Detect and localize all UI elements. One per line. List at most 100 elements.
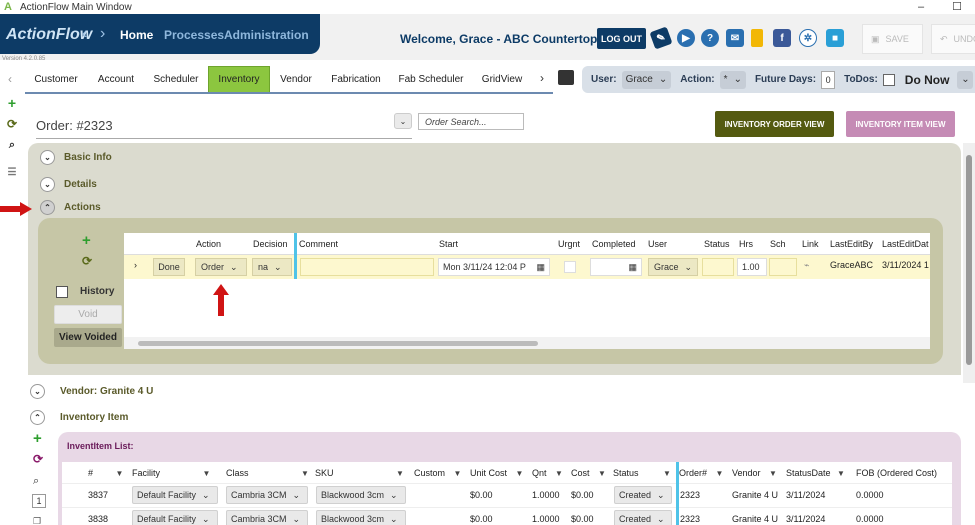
- filter-icon[interactable]: ▼: [116, 469, 124, 478]
- col-facility[interactable]: Facility ▼: [132, 468, 210, 478]
- col-comment[interactable]: Comment: [299, 239, 338, 249]
- status-select[interactable]: Created ⌄: [614, 486, 672, 504]
- scrollbar-thumb[interactable]: [966, 155, 972, 365]
- logout-button[interactable]: LOG OUT: [597, 28, 646, 49]
- tab-customer[interactable]: Customer: [27, 66, 85, 93]
- col-user[interactable]: User: [648, 239, 667, 249]
- tab-gridview[interactable]: GridView: [474, 66, 530, 93]
- sku-select[interactable]: Blackwood 3cm ⌄: [316, 510, 406, 525]
- nav-home[interactable]: Home: [120, 28, 153, 42]
- hours-input[interactable]: 1.00: [737, 258, 767, 276]
- tab-scheduler[interactable]: Scheduler: [147, 66, 205, 93]
- calendar-icon[interactable]: ▦: [628, 262, 637, 273]
- search-icon[interactable]: ⌕: [5, 138, 19, 152]
- tab-fabrication[interactable]: Fabrication: [325, 66, 387, 93]
- vertical-scrollbar[interactable]: [963, 143, 975, 383]
- filter-icon[interactable]: ▼: [598, 469, 606, 478]
- help-icon[interactable]: ?: [701, 29, 719, 47]
- filter-icon[interactable]: ▼: [454, 469, 462, 478]
- page-number[interactable]: 1: [32, 494, 46, 508]
- col-order[interactable]: Order# ▼: [679, 468, 723, 478]
- section-basic-info[interactable]: ⌄ Basic Info: [40, 150, 112, 165]
- link-icon[interactable]: ⌁: [804, 260, 809, 271]
- col-link[interactable]: Link: [802, 239, 819, 249]
- class-select[interactable]: Cambria 3CM ⌄: [226, 486, 308, 504]
- filter-icon[interactable]: ▼: [555, 469, 563, 478]
- col-action[interactable]: Action: [196, 239, 221, 249]
- chevron-up-icon[interactable]: ⌃: [30, 410, 45, 425]
- status-select[interactable]: Created ⌄: [614, 510, 672, 525]
- col-unit-cost[interactable]: Unit Cost ▼: [470, 468, 523, 478]
- filter-icon[interactable]: ▼: [396, 469, 404, 478]
- maximize-button[interactable]: ☐: [939, 0, 975, 14]
- start-date-input[interactable]: Mon 3/11/24 12:04 P ▦: [438, 258, 550, 276]
- history-toggle[interactable]: History: [54, 282, 122, 301]
- tabs-scroll-right-icon[interactable]: ›: [540, 71, 544, 85]
- col-cost[interactable]: Cost ▼: [571, 468, 606, 478]
- section-details[interactable]: ⌄ Details: [40, 177, 97, 192]
- filter-icon[interactable]: ▼: [663, 469, 671, 478]
- history-checkbox[interactable]: [56, 285, 68, 298]
- col-last-edit-by[interactable]: LastEditBy: [830, 239, 873, 249]
- action-filter-select[interactable]: * ⌄: [719, 70, 746, 89]
- col-num[interactable]: # ▼: [88, 468, 123, 478]
- action-select[interactable]: Order ⌄: [195, 258, 247, 276]
- nav-administration[interactable]: Administration: [224, 28, 309, 42]
- col-status[interactable]: Status ▼: [613, 468, 671, 478]
- col-vendor[interactable]: Vendor ▼: [732, 468, 777, 478]
- add-icon[interactable]: +: [5, 95, 19, 111]
- row-expand-icon[interactable]: ›: [134, 260, 137, 270]
- tag-icon[interactable]: ✎: [649, 26, 673, 50]
- facility-select[interactable]: Default Facility ⌄: [132, 510, 218, 525]
- chevron-down-icon[interactable]: ⌄: [30, 384, 45, 399]
- tab-vendor[interactable]: Vendor: [273, 66, 319, 93]
- play-icon[interactable]: ▶: [677, 29, 695, 47]
- section-actions[interactable]: ⌃ Actions: [40, 200, 101, 215]
- col-custom[interactable]: Custom ▼: [414, 468, 461, 478]
- video-icon[interactable]: ■: [826, 29, 844, 47]
- filter-icon[interactable]: ▼: [716, 469, 724, 478]
- filter-icon[interactable]: ▼: [837, 469, 845, 478]
- chevron-down-icon[interactable]: ⌄: [40, 150, 55, 165]
- class-select[interactable]: Cambria 3CM ⌄: [226, 510, 308, 525]
- view-voided-button[interactable]: View Voided: [54, 328, 122, 347]
- chart-icon[interactable]: [751, 29, 763, 47]
- col-hrs[interactable]: Hrs: [739, 239, 753, 249]
- filter-icon[interactable]: ▼: [769, 469, 777, 478]
- add-item-icon[interactable]: +: [33, 430, 42, 447]
- col-fob[interactable]: FOB (Ordered Cost): [856, 468, 937, 478]
- col-completed[interactable]: Completed: [592, 239, 636, 249]
- col-last-edit-date[interactable]: LastEditDat: [882, 239, 929, 249]
- comment-input[interactable]: [300, 258, 434, 276]
- film-icon[interactable]: [558, 70, 574, 85]
- decision-select[interactable]: na ⌄: [252, 258, 292, 276]
- scrollbar-thumb[interactable]: [138, 341, 538, 346]
- col-decision[interactable]: Decision: [253, 239, 288, 249]
- horizontal-scrollbar[interactable]: [124, 337, 930, 349]
- tabs-scroll-left-icon[interactable]: ‹: [8, 72, 12, 86]
- facebook-icon[interactable]: f: [773, 29, 791, 47]
- table-row[interactable]: 3837 Default Facility ⌄ Cambria 3CM ⌄ Blac…: [62, 483, 952, 506]
- order-dropdown[interactable]: ⌄: [394, 113, 412, 129]
- table-row[interactable]: 3838 Default Facility ⌄ Cambria 3CM ⌄ Blac…: [62, 507, 952, 525]
- refresh-items-icon[interactable]: ⟳: [33, 452, 43, 466]
- completed-date-input[interactable]: ▦: [590, 258, 642, 276]
- col-sch[interactable]: Sch: [770, 239, 786, 249]
- refresh-icon[interactable]: ⟳: [5, 117, 19, 131]
- tab-fab-scheduler[interactable]: Fab Scheduler: [395, 66, 467, 93]
- col-status[interactable]: Status: [704, 239, 730, 249]
- todos-checkbox[interactable]: [882, 73, 895, 86]
- col-class[interactable]: Class ▼: [226, 468, 309, 478]
- nav-forward-icon[interactable]: ›: [100, 25, 105, 43]
- sku-select[interactable]: Blackwood 3cm ⌄: [316, 486, 406, 504]
- tab-account[interactable]: Account: [88, 66, 144, 93]
- user-select[interactable]: Grace ⌄: [648, 258, 698, 276]
- add-action-icon[interactable]: +: [82, 232, 91, 249]
- section-vendor[interactable]: ⌄ Vendor: Granite 4 U: [30, 384, 153, 399]
- search-icon[interactable]: ⌕: [33, 475, 39, 488]
- future-days-input[interactable]: 0: [821, 70, 836, 89]
- facility-select[interactable]: Default Facility ⌄: [132, 486, 218, 504]
- chevron-up-icon[interactable]: ⌃: [40, 200, 55, 215]
- section-inventory-item[interactable]: ⌃ Inventory Item: [30, 410, 128, 425]
- col-qnt[interactable]: Qnt ▼: [532, 468, 563, 478]
